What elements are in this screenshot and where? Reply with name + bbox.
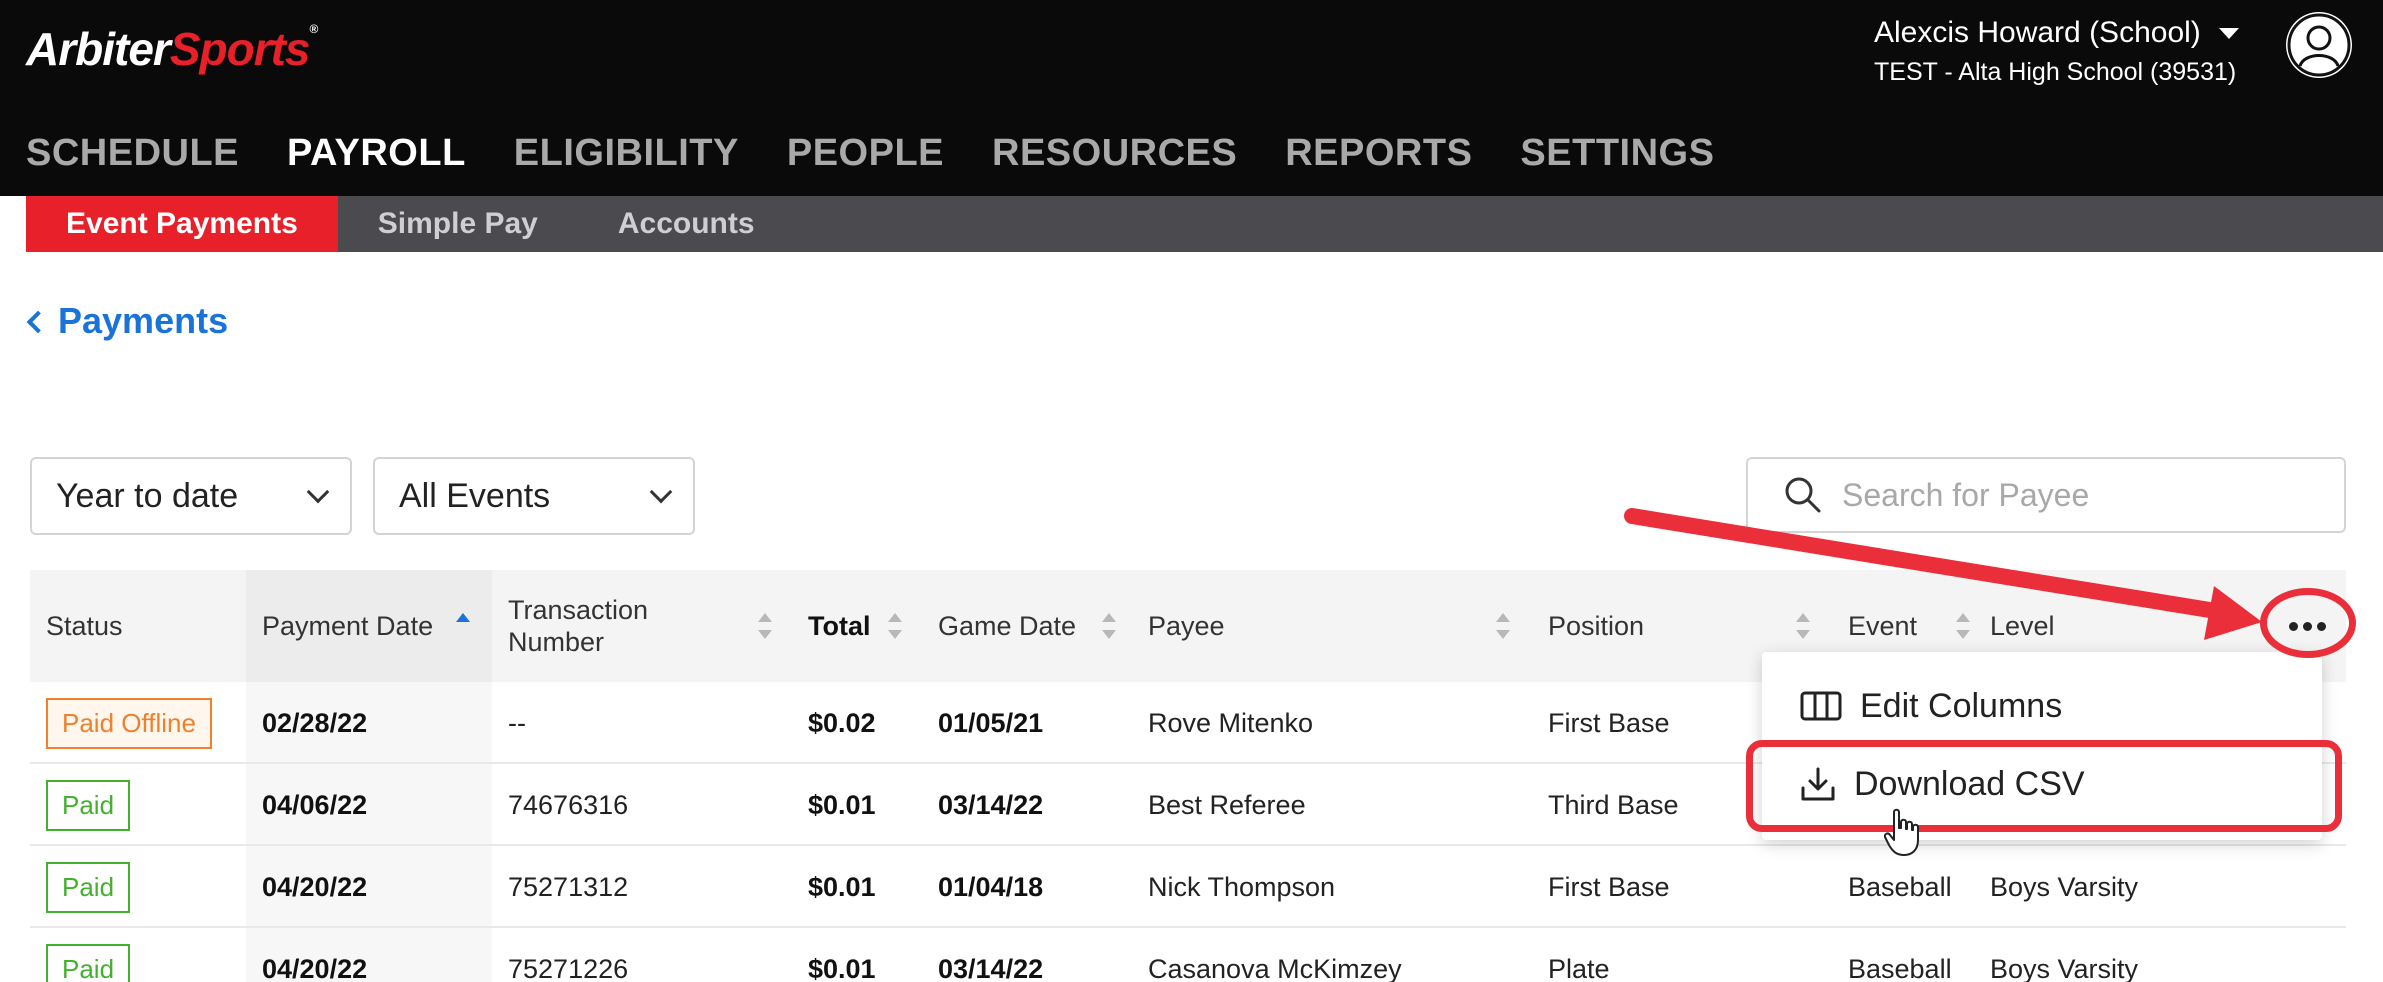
- hand-cursor-icon: [1884, 808, 1919, 856]
- annotation-arrow: [1624, 508, 2262, 640]
